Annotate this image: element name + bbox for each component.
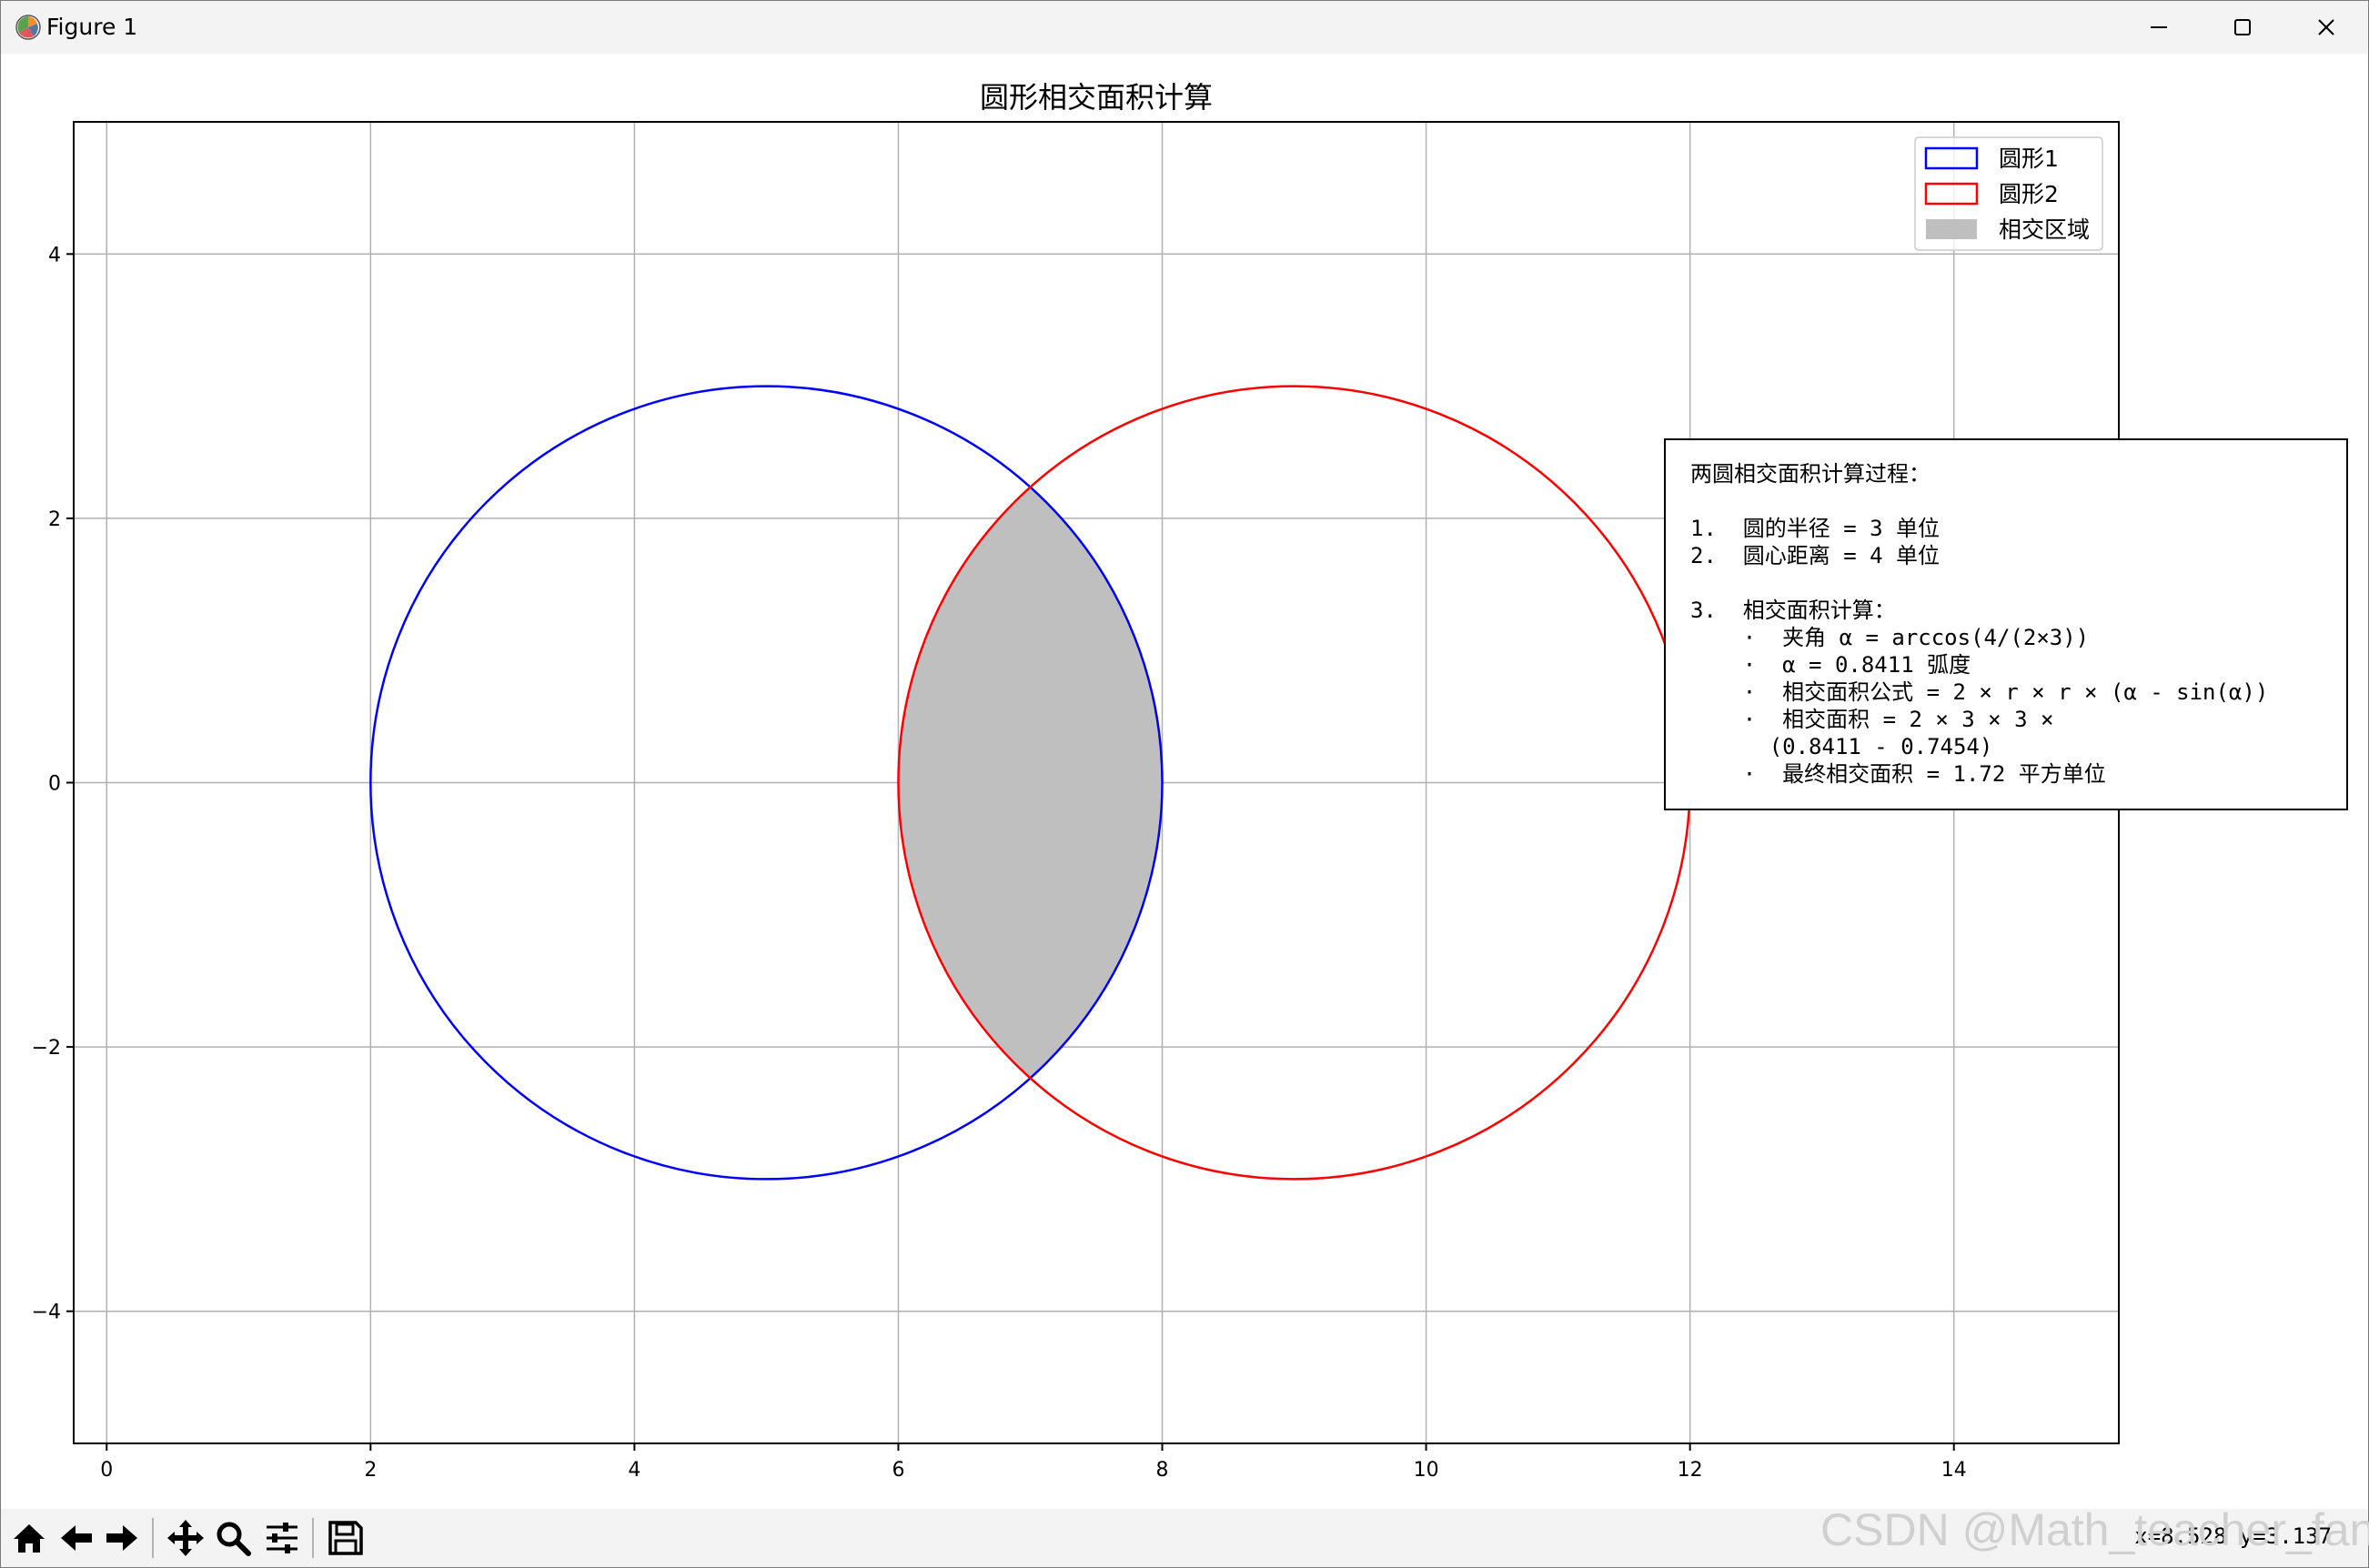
y-tick-label: 0 [48,773,61,796]
minimize-icon [2151,26,2167,28]
annotation-line: 3. 相交面积计算： [1690,598,1896,623]
legend-label: 圆形2 [1999,181,2059,207]
save-button[interactable] [323,1514,368,1562]
x-tick-label: 6 [892,1459,904,1482]
figure-canvas[interactable]: 0 2 4 6 8 10 12 14 −4 −2 0 2 4 圆形相交面积计算圆形1 圆形2 相交区域两圆相交… [1,54,2368,1509]
close-button[interactable] [2284,1,2368,54]
annotation-line: · 夹角 α = arccos(4/(2×3)) [1690,625,2089,650]
home-button[interactable] [6,1514,52,1562]
toolbar-separator [312,1518,314,1558]
floppy-disk-icon [328,1521,363,1555]
legend: 圆形1 圆形2 相交区域 [1914,136,2103,251]
minimize-button[interactable] [2117,1,2201,54]
annotation-box: 两圆相交面积计算过程： 1. 圆的半径 = 3 单位2. 圆心距离 = 4 单位 3… [1664,438,2348,810]
arrow-left-icon [61,1525,92,1551]
y-tick-label: −4 [32,1302,61,1324]
chart-title: 圆形相交面积计算 [980,80,1213,115]
annotation-line: · 最终相交面积 = 1.72 平方单位 [1690,761,2106,787]
annotation-line: 2. 圆心距离 = 4 单位 [1690,543,1940,568]
close-icon [2318,19,2334,35]
legend-label: 相交区域 [1999,216,2090,243]
chart-svg: 0 2 4 6 8 10 12 14 −4 −2 0 2 4 圆形相交面积计算圆形1 圆形2 相交区域两圆相交… [32,80,2348,1482]
legend-label: 圆形1 [1999,146,2059,172]
x-tick-label: 12 [1678,1459,1703,1482]
annotation-line: (0.8411 - 0.7454) [1690,734,1992,759]
x-tick-label: 2 [364,1459,377,1482]
zoom-button[interactable] [210,1514,256,1562]
y-tick-label: 2 [48,508,61,531]
figure-window: Figure 1 0 2 4 6 8 10 12 14 −4 −2 0 2 4 圆形相交面积计算 圆形1 圆形… [0,0,2369,1568]
configure-button[interactable] [259,1514,305,1562]
back-button[interactable] [54,1514,99,1562]
annotation-line: · 相交面积公式 = 2 × r × r × (α - sin(α)) [1690,679,2268,705]
arrow-right-icon [106,1525,137,1551]
annotation-line: · α = 0.8411 弧度 [1690,652,1971,678]
toolbar-separator [152,1518,154,1558]
annotation-line: 两圆相交面积计算过程： [1690,461,1930,487]
annotation-line: · 相交面积 = 2 × 3 × 3 × [1690,707,2053,732]
window-title: Figure 1 [46,14,138,40]
move-icon [167,1520,204,1556]
x-tick-label: 0 [100,1459,113,1482]
y-tick-label: 4 [48,244,61,266]
watermark: CSDN @Math_teacher_fan [1820,1504,2369,1555]
home-icon [14,1524,45,1553]
magnifier-icon [217,1522,251,1556]
title-bar[interactable]: Figure 1 [1,1,2368,54]
pan-button[interactable] [163,1514,208,1562]
sliders-icon [267,1523,297,1553]
legend-swatch [1926,219,1977,239]
x-tick-label: 14 [1941,1459,1967,1482]
forward-button[interactable] [99,1514,145,1562]
matplotlib-app-icon [15,15,41,40]
annotation-line: 1. 圆的半径 = 3 单位 [1690,516,1940,541]
intersection-region [898,487,1163,1079]
x-tick-label: 8 [1156,1459,1169,1482]
x-tick-label: 4 [628,1459,640,1482]
y-tick-label: −2 [32,1037,61,1060]
maximize-icon [2234,19,2251,35]
x-tick-label: 10 [1414,1459,1439,1482]
maximize-button[interactable] [2201,1,2284,54]
